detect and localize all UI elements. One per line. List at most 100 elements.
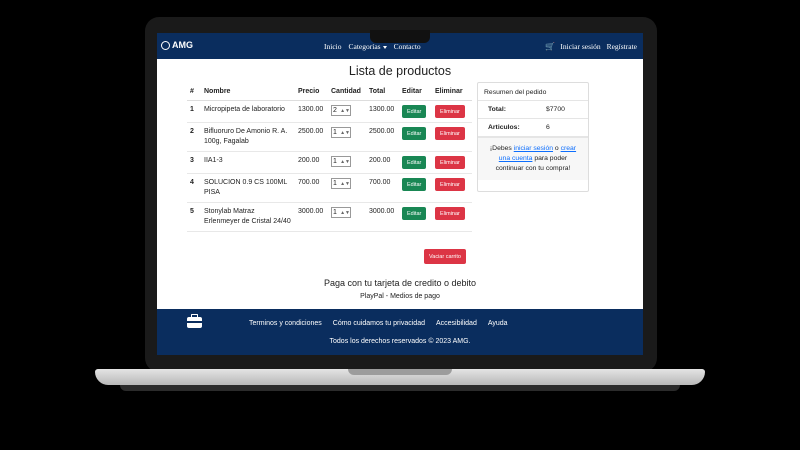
- product-price: 3000.00: [295, 202, 328, 232]
- brand-name: AMG: [172, 40, 193, 50]
- caret-down-icon: [382, 45, 387, 49]
- notice-prefix: ¡Debes: [489, 145, 512, 152]
- nav-right: 🛒 Iniciar sesión Regístrate: [545, 42, 637, 51]
- col-header-edit: Editar: [399, 85, 432, 101]
- nav-link-inicio[interactable]: Inicio: [324, 42, 342, 51]
- delete-button[interactable]: Eliminar: [435, 207, 465, 220]
- briefcase-icon: [187, 314, 202, 328]
- product-price: 1300.00: [295, 100, 328, 123]
- quantity-stepper[interactable]: 2 ▲▼: [331, 105, 351, 116]
- product-name: IIA1-3: [201, 151, 295, 174]
- product-name: SOLUCION 0.9 CS 100ML PISA: [201, 173, 295, 203]
- login-link[interactable]: Iniciar sesión: [560, 42, 600, 51]
- product-total: 200.00: [366, 151, 399, 174]
- product-price: 700.00: [295, 173, 328, 203]
- summary-total-row: Total: $7700: [478, 101, 588, 119]
- camera-notch: [370, 30, 430, 43]
- quantity-value: 1: [333, 208, 337, 216]
- col-header-num: #: [187, 85, 201, 101]
- cart-icon[interactable]: 🛒: [545, 43, 555, 51]
- product-price: 2500.00: [295, 122, 328, 152]
- spinner-arrows-icon[interactable]: ▲▼: [340, 108, 350, 113]
- screen: AMG Inicio Categorías Contacto 🛒 Iniciar…: [157, 33, 643, 355]
- quantity-value: 1: [333, 179, 337, 187]
- spinner-arrows-icon[interactable]: ▲▼: [340, 159, 350, 164]
- copyright: Todos los derechos reservados © 2023 AMG…: [329, 338, 471, 345]
- products-table: # Nombre Precio Cantidad Total Editar El…: [187, 85, 472, 232]
- total-label: Total:: [488, 106, 506, 113]
- table-row: 4 SOLUCION 0.9 CS 100ML PISA 700.00 1 ▲▼ …: [187, 173, 472, 203]
- laptop-shadow: [120, 385, 680, 391]
- product-name: Stonylab Matraz Erlenmeyer de Cristal 24…: [201, 202, 295, 232]
- product-name: Bifluoruro De Amonio R. A. 100g, Fagalab: [201, 122, 295, 152]
- col-header-delete: Eliminar: [432, 85, 472, 101]
- product-total: 1300.00: [366, 100, 399, 123]
- logo-icon: [161, 40, 170, 50]
- row-num: 5: [187, 202, 201, 232]
- brand-logo[interactable]: AMG: [161, 40, 193, 50]
- footer-link-privacy[interactable]: Cómo cuidamos tu privacidad: [333, 320, 425, 327]
- payment-methods: PlayPal - Medios de pago: [360, 293, 440, 300]
- quantity-stepper[interactable]: 1 ▲▼: [331, 156, 351, 167]
- edit-button[interactable]: Editar: [402, 105, 427, 118]
- row-num: 4: [187, 173, 201, 203]
- quantity-stepper[interactable]: 1 ▲▼: [331, 127, 351, 138]
- product-total: 3000.00: [366, 202, 399, 232]
- footer-links: Terminos y condiciones Cómo cuidamos tu …: [249, 320, 508, 327]
- footer-link-accessibility[interactable]: Accesibilidad: [436, 320, 477, 327]
- row-num: 3: [187, 151, 201, 174]
- spinner-arrows-icon[interactable]: ▲▼: [340, 130, 350, 135]
- row-num: 1: [187, 100, 201, 123]
- page-title: Lista de productos: [348, 64, 452, 78]
- delete-button[interactable]: Eliminar: [435, 178, 465, 191]
- product-name: Micropipeta de laboratorio: [201, 100, 295, 123]
- quantity-stepper[interactable]: 1 ▲▼: [331, 178, 351, 189]
- table-row: 5 Stonylab Matraz Erlenmeyer de Cristal …: [187, 202, 472, 232]
- nav-dropdown-categorias[interactable]: Categorías: [349, 42, 387, 51]
- table-row: 1 Micropipeta de laboratorio 1300.00 2 ▲▼…: [187, 100, 472, 123]
- quantity-value: 1: [333, 128, 337, 136]
- clear-cart-button[interactable]: Vaciar carrito: [424, 249, 466, 264]
- summary-title: Resumen del pedido: [478, 83, 588, 101]
- summary-items-row: Articulos: 6: [478, 119, 588, 137]
- nav-link-categorias: Categorías: [348, 42, 381, 51]
- order-summary: Resumen del pedido Total: $7700 Articulo…: [477, 82, 589, 192]
- col-header-price: Precio: [295, 85, 328, 101]
- row-num: 2: [187, 122, 201, 152]
- quantity-value: 1: [333, 157, 337, 165]
- footer: Terminos y condiciones Cómo cuidamos tu …: [157, 309, 643, 355]
- quantity-value: 2: [333, 106, 337, 114]
- delete-button[interactable]: Eliminar: [435, 156, 465, 169]
- login-link-notice[interactable]: iniciar sesión: [514, 145, 553, 152]
- edit-button[interactable]: Editar: [402, 178, 427, 191]
- col-header-name: Nombre: [201, 85, 295, 101]
- quantity-stepper[interactable]: 1 ▲▼: [331, 207, 351, 218]
- col-header-qty: Cantidad: [328, 85, 366, 101]
- nav-links: Inicio Categorías Contacto: [324, 42, 421, 51]
- delete-button[interactable]: Eliminar: [435, 105, 465, 118]
- footer-link-help[interactable]: Ayuda: [488, 320, 508, 327]
- table-row: 2 Bifluoruro De Amonio R. A. 100g, Fagal…: [187, 122, 472, 152]
- register-link[interactable]: Regístrate: [607, 42, 637, 51]
- col-header-total: Total: [366, 85, 399, 101]
- product-total: 2500.00: [366, 122, 399, 152]
- nav-link-contacto[interactable]: Contacto: [394, 42, 421, 51]
- edit-button[interactable]: Editar: [402, 127, 427, 140]
- laptop-lip: [348, 369, 452, 375]
- delete-button[interactable]: Eliminar: [435, 127, 465, 140]
- payment-title: Paga con tu tarjeta de credito o debito: [323, 278, 477, 288]
- total-value: $7700: [546, 106, 565, 113]
- edit-button[interactable]: Editar: [402, 156, 427, 169]
- table-header-row: # Nombre Precio Cantidad Total Editar El…: [187, 85, 472, 101]
- items-label: Articulos:: [488, 124, 520, 131]
- items-value: 6: [546, 124, 550, 131]
- footer-link-terms[interactable]: Terminos y condiciones: [249, 320, 322, 327]
- spinner-arrows-icon[interactable]: ▲▼: [340, 210, 350, 215]
- product-total: 700.00: [366, 173, 399, 203]
- table-row: 3 IIA1-3 200.00 1 ▲▼ 200.00 Editar Elimin…: [187, 151, 472, 174]
- notice-or: o: [554, 145, 559, 152]
- login-notice: ¡Debes iniciar sesión o crear una cuenta…: [478, 137, 588, 180]
- spinner-arrows-icon[interactable]: ▲▼: [340, 181, 350, 186]
- product-price: 200.00: [295, 151, 328, 174]
- edit-button[interactable]: Editar: [402, 207, 427, 220]
